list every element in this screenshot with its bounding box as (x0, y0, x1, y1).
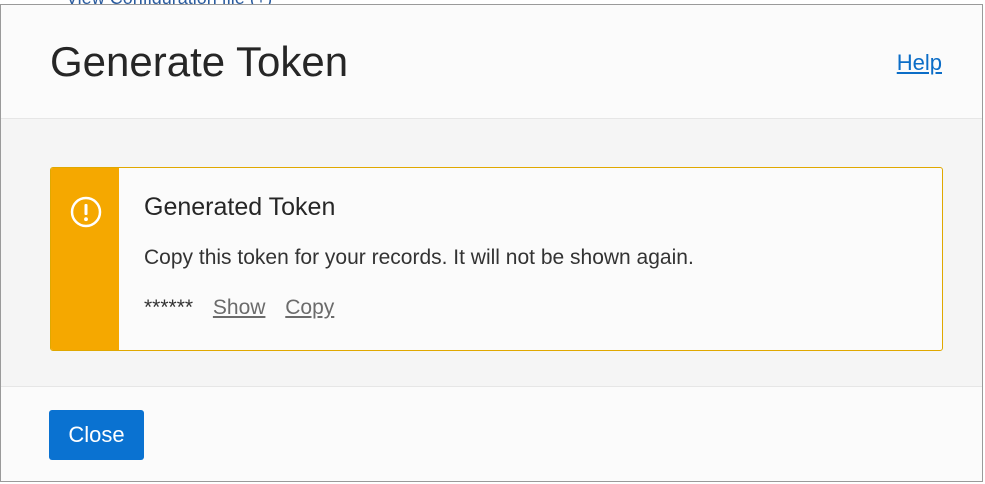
warning-stripe (51, 168, 119, 350)
dialog-title: Generate Token (50, 38, 349, 85)
message-text: Copy this token for your records. It wil… (144, 246, 694, 269)
token-row: ****** Show Copy (144, 296, 348, 320)
generate-token-dialog: Generate Token Help Generated Token Copy… (0, 4, 983, 482)
help-link[interactable]: Help (897, 50, 942, 76)
message-title: Generated Token (144, 193, 336, 221)
warning-message-box: Generated Token Copy this token for your… (50, 167, 943, 351)
dialog-header: Generate Token Help (1, 5, 982, 119)
show-token-link[interactable]: Show (213, 296, 266, 320)
dialog-footer: Close (1, 386, 982, 481)
copy-token-link[interactable]: Copy (285, 296, 334, 320)
close-button[interactable]: Close (49, 410, 144, 460)
token-masked-value: ****** (144, 296, 194, 319)
warning-circle-icon (70, 196, 102, 228)
dialog-body: Generated Token Copy this token for your… (1, 119, 982, 386)
message-content: Generated Token Copy this token for your… (144, 168, 942, 350)
